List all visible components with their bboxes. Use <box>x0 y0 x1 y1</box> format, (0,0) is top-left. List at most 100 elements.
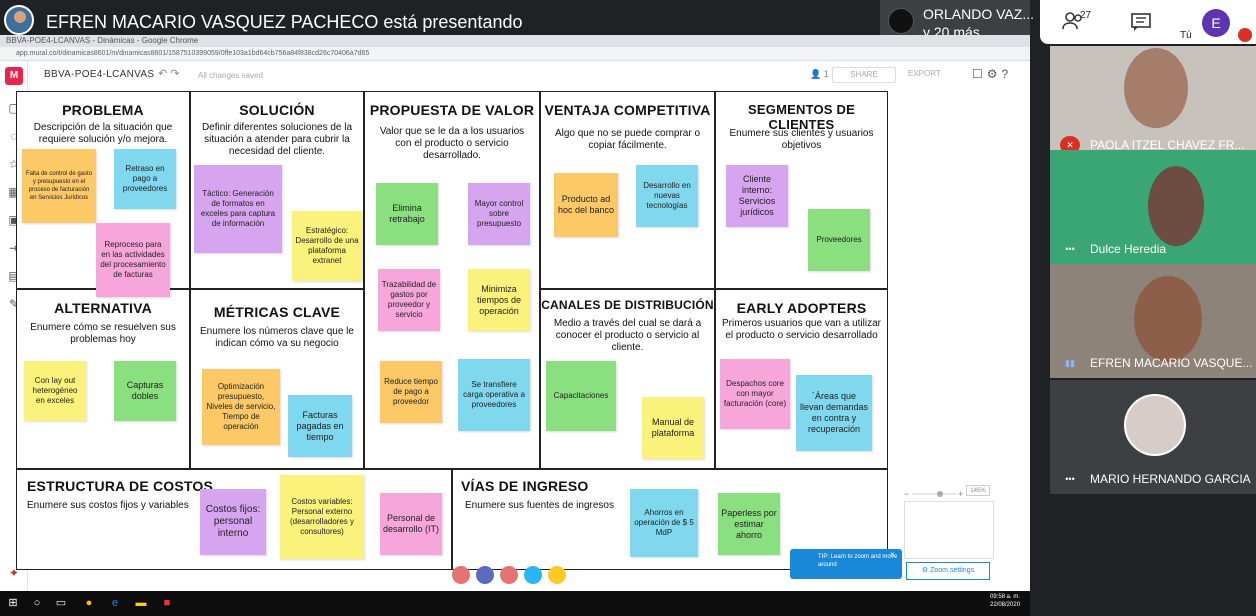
avatar <box>1124 394 1186 456</box>
sticky-note[interactable]: Se transfiere carga operativa a proveedo… <box>458 359 530 431</box>
lean-canvas-board[interactable]: PROBLEMA Descripción de la situación que… <box>16 91 888 570</box>
sticky-note[interactable]: Minimiza tiempos de operación <box>468 269 530 331</box>
edge-icon[interactable]: e <box>108 596 122 610</box>
export-button[interactable]: EXPORT <box>908 69 941 78</box>
folder-icon[interactable]: ▬ <box>134 596 148 610</box>
sticky-note[interactable]: Táctico: Generación de formatos en excel… <box>194 165 282 253</box>
sticky-note[interactable]: Producto ad hoc del banco <box>554 173 618 237</box>
presenting-banner: EFREN MACARIO VASQUEZ PACHECO está prese… <box>46 12 523 32</box>
participant-video <box>1148 166 1204 246</box>
powerpoint-icon[interactable]: ■ <box>160 596 174 610</box>
sticky-note[interactable]: Costos fijos: personal interno <box>200 489 266 555</box>
svg-text:+: + <box>958 489 963 499</box>
taskbar-clock: 09:58 a. m. 22/08/2020 <box>990 593 1020 609</box>
section-description: Valor que se le da a los usuarios con el… <box>379 126 525 161</box>
chrome-icon[interactable]: ● <box>82 596 96 610</box>
chat-and-settings-icons[interactable]: ☐⚙? <box>972 67 1012 81</box>
sticky-note[interactable]: Con lay out heterogéneo en exceles <box>24 361 86 421</box>
sticky-note[interactable]: Falta de control de gasto y presupuesto … <box>22 149 96 223</box>
zoom-settings-label: Zoom settings <box>930 567 975 574</box>
reaction-icon[interactable] <box>548 566 566 584</box>
section-title: SOLUCIÓN <box>239 102 315 118</box>
section-description: Enumere sus clientes y usuarios objetivo… <box>729 128 874 151</box>
reaction-icon[interactable] <box>524 566 542 584</box>
sticky-note[interactable]: Facturas pagadas en tiempo <box>288 395 352 457</box>
presenter-avatar <box>4 5 34 35</box>
zoom-settings-button[interactable]: ⚙ Zoom settings <box>906 562 990 580</box>
section-description: Definir diferentes soluciones de la situ… <box>201 122 353 157</box>
sticky-note[interactable]: ´Áreas que llevan demandas en contra y r… <box>796 375 872 451</box>
users-count: 👤 1 <box>810 69 829 79</box>
sticky-note[interactable]: Personal de desarrollo (IT) <box>380 493 442 555</box>
task-view-icon[interactable]: ▭ <box>54 596 68 610</box>
more-options-icon[interactable]: ••• <box>1060 240 1080 258</box>
sticky-note[interactable]: Cliente interno: Servicios jurídicos <box>726 165 788 227</box>
sticky-note[interactable]: Elimina retrabajo <box>376 183 438 245</box>
section-description: Enumere sus costos fijos y variables <box>27 500 189 511</box>
sticky-note[interactable]: Reduce tiempo de pago a proveedor <box>380 361 442 423</box>
sticky-note[interactable]: Costos variables: Personal externo (desa… <box>280 475 364 559</box>
sticky-note[interactable]: Despachos core con mayor facturación (co… <box>720 359 790 429</box>
me-label: Tú <box>1180 30 1192 41</box>
reaction-icon[interactable] <box>476 566 494 584</box>
speaking-icon: ▮▮ <box>1065 358 1075 368</box>
mural-logo-icon[interactable]: M <box>5 67 23 85</box>
save-status: All changes saved <box>198 71 263 80</box>
mic-off-icon <box>1238 28 1252 42</box>
chat-icon[interactable] <box>1130 12 1152 32</box>
sticky-note[interactable]: Mayor control sobre presupuesto <box>468 183 530 245</box>
people-count: 27 <box>1080 10 1092 21</box>
section-title: PROBLEMA <box>62 102 144 118</box>
sticky-note[interactable]: Reproceso para en las actividades del pr… <box>96 223 170 297</box>
sticky-note[interactable]: Manual de plataforma <box>642 397 704 459</box>
zoom-level: 145% <box>966 485 990 496</box>
url-bar[interactable]: app.mural.co/t/dinamicas8601/m/dinamicas… <box>0 47 1030 61</box>
more-options-icon[interactable]: ••• <box>1060 470 1080 488</box>
share-button[interactable]: SHARE <box>832 67 896 83</box>
undo-icon[interactable]: ↶ ↷ <box>158 67 180 80</box>
sticky-note[interactable]: Estratégico: Desarrollo de una plataform… <box>292 211 362 281</box>
section-description: Enumere cómo se resuelven sus problemas … <box>30 322 176 345</box>
avatar <box>888 8 914 34</box>
participant-tile[interactable]: ✕ PAOLA ITZEL CHAVEZ FR... <box>1050 46 1256 160</box>
participant-video <box>1134 276 1202 362</box>
sticky-note[interactable]: Ahorros en operación de $ 5 MdP <box>630 489 698 557</box>
participant-tile[interactable]: ▮▮ EFREN MACARIO VASQUE... <box>1050 264 1256 378</box>
voting-icons[interactable] <box>452 566 572 586</box>
participant-tile[interactable]: ••• MARIO HERNANDO GARCIA <box>1050 380 1256 494</box>
minimap[interactable] <box>904 501 994 559</box>
sticky-note[interactable]: Capacitaciones <box>546 361 616 431</box>
section-description: Descripción de la situación que requiere… <box>33 122 173 145</box>
windows-start-icon[interactable]: ⊞ <box>6 596 20 610</box>
sticky-note[interactable]: Retraso en pago a proveedores <box>114 149 176 209</box>
mural-app: M ▢ ◌ ☆ ▦ ▣ ⇥ ▤ ✎ ✦ BBVA-POE4-LCANVAS ↶ … <box>0 61 1030 591</box>
participant-tile[interactable]: ••• Dulce Heredia <box>1050 150 1256 264</box>
participant-video <box>1124 48 1188 128</box>
reaction-icon[interactable] <box>500 566 518 584</box>
sticky-note[interactable]: Optimización presupuesto, Niveles de ser… <box>202 369 280 445</box>
section-title: MÉTRICAS CLAVE <box>213 304 341 320</box>
section-description: Primeros usuarios que van a utilizar el … <box>722 318 881 341</box>
clock-time: 09:58 a. m. <box>990 594 1021 600</box>
avatar[interactable]: E <box>1202 9 1230 37</box>
participants-panel: ✕ PAOLA ITZEL CHAVEZ FR... ••• Dulce Her… <box>1050 46 1256 616</box>
section-description: Algo que no se puede comprar o copiar fá… <box>554 128 701 151</box>
sticky-note[interactable]: Paperless por estimar ahorro <box>718 493 780 555</box>
participant-name: Dulce Heredia <box>1090 242 1167 256</box>
reaction-icon[interactable] <box>452 566 470 584</box>
close-icon[interactable]: × <box>890 551 895 559</box>
browser-tab[interactable]: BBVA-POE4-LCANVAS - Dinámicas - Google C… <box>0 35 1030 47</box>
users-count-value: 1 <box>823 69 829 79</box>
search-icon[interactable]: ○ <box>30 596 44 610</box>
sticky-note[interactable]: Proveedores <box>808 209 870 271</box>
sticky-note[interactable]: Trazabilidad de gastos por proveedor y s… <box>378 269 440 331</box>
sticky-note[interactable]: Desarrollo en nuevas tecnologías <box>636 165 698 227</box>
clock-date: 22/08/2020 <box>990 602 1021 608</box>
meet-controls: 27 E Tú <box>1040 0 1256 44</box>
sticky-note[interactable]: Capturas dobles <box>114 361 176 421</box>
board-title[interactable]: BBVA-POE4-LCANVAS <box>44 69 154 80</box>
section-description: Enumere los números clave que le indican… <box>200 326 354 349</box>
section-description: Medio a través del cual se dará a conoce… <box>553 318 702 353</box>
mural-top-bar: BBVA-POE4-LCANVAS ↶ ↷ All changes saved … <box>28 61 1030 89</box>
shared-screen: BBVA-POE4-LCANVAS - Dinámicas - Google C… <box>0 35 1030 591</box>
